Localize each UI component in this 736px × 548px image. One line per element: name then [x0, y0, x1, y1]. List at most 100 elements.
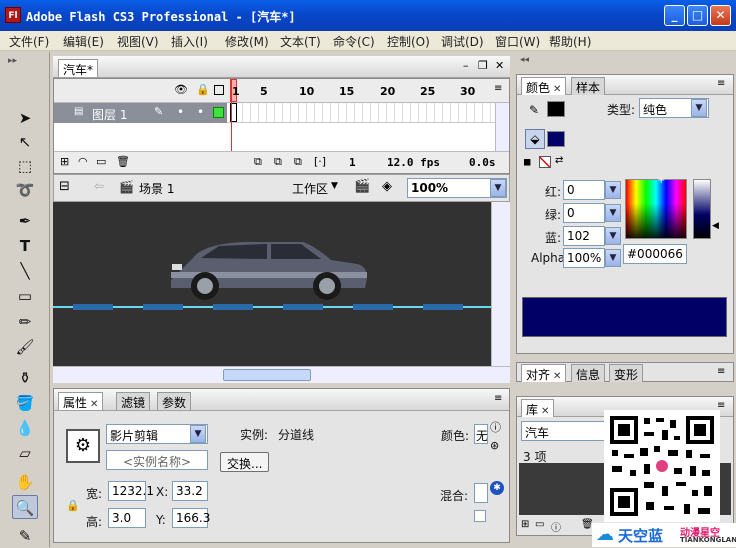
- workspace-dropdown[interactable]: 工作区: [292, 180, 328, 197]
- help-icon[interactable]: ⓘ: [490, 419, 501, 435]
- y-input[interactable]: 166.3: [172, 508, 210, 528]
- back-arrow-icon[interactable]: ⇦: [94, 179, 104, 193]
- blend-select[interactable]: [474, 483, 488, 503]
- maximize-button[interactable]: □: [687, 5, 708, 26]
- layer-name[interactable]: 图层 1: [92, 106, 127, 123]
- dock-collapse-icon[interactable]: ◂◂: [520, 55, 529, 65]
- menu-debug[interactable]: 调试(D): [441, 33, 484, 50]
- eyedropper-tool-icon[interactable]: 💧: [12, 416, 38, 440]
- ink-bottle-tool-icon[interactable]: ⚱: [12, 366, 38, 390]
- brightness-slider[interactable]: [693, 179, 711, 239]
- code-icon[interactable]: ⊛: [490, 439, 499, 452]
- tab-parameters[interactable]: 参数: [157, 392, 192, 410]
- visibility-dot[interactable]: •: [177, 105, 184, 119]
- brightness-arrow-icon[interactable]: ◀: [712, 221, 719, 231]
- onion-skin-icon[interactable]: ⧉: [254, 155, 262, 169]
- chevron-down-icon[interactable]: ▼: [605, 249, 621, 267]
- chevron-down-icon[interactable]: ▼: [190, 425, 206, 443]
- close-icon[interactable]: ✕: [541, 406, 549, 417]
- minimize-button[interactable]: _: [664, 5, 685, 26]
- tab-align[interactable]: 对齐 ✕: [521, 364, 567, 382]
- text-tool-icon[interactable]: T: [12, 234, 38, 258]
- panel-menu-icon[interactable]: ≡: [717, 78, 725, 89]
- tab-properties[interactable]: 属性 ✕: [58, 392, 104, 410]
- black-white-icon[interactable]: ◼: [523, 157, 531, 168]
- eye-icon[interactable]: 👁: [174, 83, 188, 96]
- tab-color[interactable]: 颜色 ✕: [521, 77, 567, 95]
- menu-commands[interactable]: 命令(C): [333, 33, 375, 50]
- lock-icon[interactable]: 🔒: [196, 83, 210, 96]
- stroke-color-swatch[interactable]: [547, 101, 565, 117]
- color-effect-select[interactable]: 无: [474, 424, 488, 444]
- x-input[interactable]: 33.2: [172, 481, 208, 501]
- new-folder-icon[interactable]: ▭: [535, 519, 544, 530]
- subselection-tool-icon[interactable]: ↖: [12, 130, 38, 154]
- close-icon[interactable]: ✕: [553, 84, 561, 95]
- toolbox-collapse-icon[interactable]: ▸▸: [8, 56, 17, 66]
- document-tab[interactable]: 汽车*: [58, 59, 99, 77]
- zoom-chevron-down-icon[interactable]: ▼: [490, 179, 506, 197]
- menu-help[interactable]: 帮助(H): [549, 33, 591, 50]
- menu-window[interactable]: 窗口(W): [495, 33, 540, 50]
- layer-row[interactable]: ▤ 图层 1 ✎ • •: [54, 103, 227, 123]
- chevron-down-icon[interactable]: ▼: [605, 181, 621, 199]
- close-icon[interactable]: ✕: [90, 399, 98, 410]
- frame-track[interactable]: [227, 103, 495, 123]
- tab-transform[interactable]: 变形: [609, 364, 644, 382]
- tab-swatches[interactable]: 样本: [571, 77, 606, 95]
- line-tool-icon[interactable]: ╲: [12, 259, 38, 283]
- pencil-tool-icon[interactable]: ✏: [12, 310, 38, 334]
- no-color-icon[interactable]: [539, 156, 551, 168]
- stage-hscroll[interactable]: [53, 366, 510, 383]
- tab-library[interactable]: 库 ✕: [521, 399, 555, 417]
- hex-input[interactable]: #000066: [623, 244, 687, 264]
- add-folder-icon[interactable]: ▭: [96, 155, 106, 168]
- modify-markers-icon[interactable]: [·]: [314, 155, 326, 168]
- color-spectrum[interactable]: [625, 179, 687, 239]
- timeline-toggle-icon[interactable]: ⊟: [59, 179, 70, 194]
- chevron-down-icon[interactable]: ▼: [691, 99, 707, 117]
- paint-bucket-tool-icon[interactable]: 🪣: [12, 391, 38, 415]
- stage-vscroll[interactable]: [491, 202, 510, 366]
- selection-tool-icon[interactable]: ➤: [12, 106, 38, 130]
- eraser-tool-icon[interactable]: ▱: [12, 441, 38, 465]
- zoom-tool-icon[interactable]: 🔍: [12, 495, 38, 519]
- menu-file[interactable]: 文件(F): [9, 33, 49, 50]
- edit-scene-icon[interactable]: 🎬: [354, 179, 370, 194]
- menu-insert[interactable]: 插入(I): [171, 33, 208, 50]
- alpha-input[interactable]: 100%: [563, 248, 605, 268]
- edit-multiple-icon[interactable]: ⧉: [294, 155, 302, 169]
- add-layer-icon[interactable]: ⊞: [60, 155, 69, 168]
- lock-dot[interactable]: •: [197, 105, 204, 119]
- onion-outline-icon[interactable]: ⧉: [274, 155, 282, 169]
- stroke-color-icon[interactable]: ✎: [12, 524, 38, 548]
- outline-icon[interactable]: [214, 85, 224, 95]
- panel-menu-icon[interactable]: ≡: [494, 393, 502, 404]
- chevron-down-icon[interactable]: ▼: [605, 204, 621, 222]
- accessibility-icon[interactable]: ✱: [490, 481, 504, 495]
- menu-text[interactable]: 文本(T): [280, 33, 321, 50]
- chevron-down-icon[interactable]: ▼: [331, 181, 338, 191]
- menu-edit[interactable]: 编辑(E): [63, 33, 104, 50]
- swap-colors-icon[interactable]: ⇄: [555, 155, 563, 166]
- lasso-tool-icon[interactable]: ➰: [12, 178, 38, 202]
- menu-modify[interactable]: 修改(M): [225, 33, 269, 50]
- timeline-vscroll[interactable]: [495, 103, 509, 151]
- green-input[interactable]: 0: [563, 203, 605, 223]
- timeline-menu-icon[interactable]: ≡: [494, 83, 502, 94]
- fill-color-swatch[interactable]: [547, 131, 565, 147]
- layer-outline-color[interactable]: [213, 107, 224, 118]
- instance-name-input[interactable]: <实例名称>: [106, 450, 208, 470]
- doc-close-icon[interactable]: ✕: [495, 59, 504, 72]
- cache-bitmap-checkbox[interactable]: [474, 510, 486, 522]
- hscroll-thumb[interactable]: [223, 369, 311, 381]
- lock-icon[interactable]: 🔒: [66, 499, 80, 512]
- brush-tool-icon[interactable]: 🖌: [12, 335, 38, 359]
- red-input[interactable]: 0: [563, 180, 605, 200]
- close-icon[interactable]: ✕: [553, 371, 561, 382]
- blue-input[interactable]: 102: [563, 226, 605, 246]
- close-button[interactable]: ✕: [710, 5, 731, 26]
- scene-label[interactable]: 场景 1: [139, 180, 174, 197]
- free-transform-tool-icon[interactable]: ⬚: [12, 154, 38, 178]
- properties-icon[interactable]: ⓘ: [551, 519, 561, 534]
